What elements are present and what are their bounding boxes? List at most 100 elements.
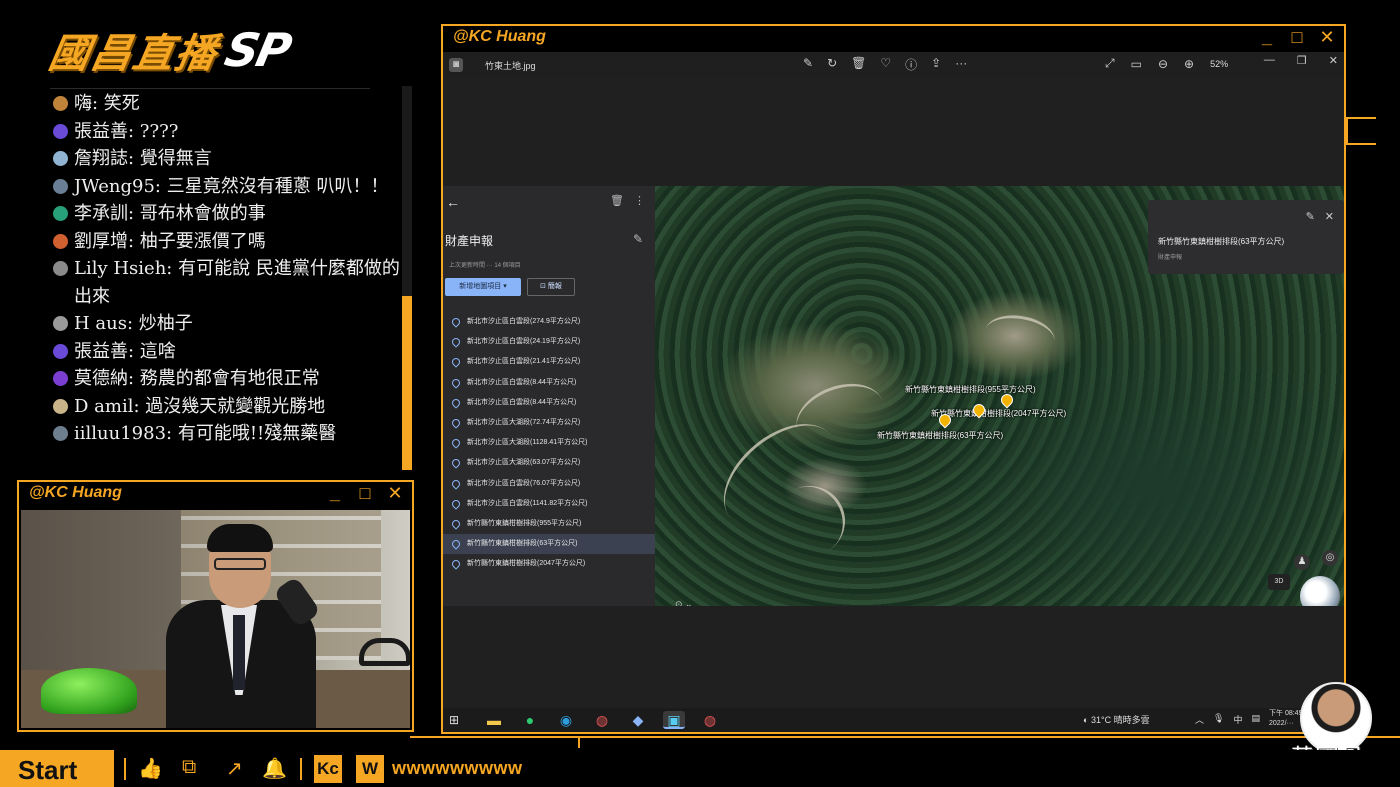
maximize-icon[interactable]: □ (1288, 27, 1306, 48)
rotate-icon[interactable]: ↻ (827, 56, 837, 73)
chat-username[interactable]: 劉厚增 (74, 231, 128, 252)
feature-list-item[interactable]: 新北市汐止區白雲段(8.44平方公尺) (443, 393, 655, 413)
user-avatar[interactable] (53, 96, 68, 111)
start-button[interactable]: Start (0, 750, 114, 787)
chrome-icon[interactable]: ◍ (699, 711, 721, 729)
delete-icon[interactable]: 🗑 (851, 56, 866, 73)
user-avatar[interactable] (53, 398, 68, 414)
notification-icon[interactable]: ▤ (1251, 713, 1260, 726)
edit-icon[interactable]: ✎ (1306, 210, 1315, 223)
user-avatar[interactable] (53, 316, 68, 331)
ime-indicator[interactable]: 中 (1233, 713, 1242, 726)
app-icon[interactable]: ◆ (627, 711, 649, 729)
user-avatar[interactable] (53, 151, 68, 166)
bell-icon[interactable]: 🔔 (262, 756, 287, 781)
info-icon[interactable]: ⓘ (905, 56, 917, 73)
edit-icon[interactable]: ✎ (803, 56, 813, 73)
feature-list-item[interactable]: 新北市汐止區白雲段(76.07平方公尺) (443, 474, 655, 494)
user-avatar[interactable] (53, 178, 68, 194)
feature-list-item[interactable]: 新北市汐止區大湖段(72.74平方公尺) (443, 413, 655, 433)
zoom-out-icon[interactable]: ⊖ (1158, 57, 1168, 71)
weather-widget[interactable]: ◐ 31°C 晴時多雲 (1083, 713, 1150, 726)
feature-list-item[interactable]: 新北市汐止區大湖段(1128.41平方公尺) (443, 433, 655, 453)
file-explorer-icon[interactable]: ▬ (483, 711, 505, 729)
taskbar-clock[interactable]: 下午 08:49 2022/··· (1269, 709, 1302, 729)
user-avatar[interactable] (53, 261, 68, 276)
chat-username[interactable]: 嗨 (74, 93, 92, 114)
windows-taskbar: ⊞ ▬ ● ◉ ◍ ◆ ▣ ◍ ◐ 31°C 晴時多雲 ︿ 🎙 中 ▤ 下午 0… (443, 708, 1344, 732)
map-label[interactable]: 新竹縣竹東鎮柑樹排段(955平方公尺) (905, 384, 1036, 395)
toggle-3d-button[interactable]: 3D (1268, 574, 1290, 590)
restore-icon[interactable]: ❐ (1297, 54, 1307, 67)
zoom-in-icon[interactable]: ⊕ (1184, 57, 1194, 71)
more-icon[interactable]: ··· (955, 56, 967, 73)
map-label[interactable]: 新竹縣竹東鎮柑樹排段(2047平方公尺) (931, 408, 1066, 419)
user-avatar[interactable] (53, 426, 68, 441)
chrome-icon[interactable]: ◍ (591, 711, 613, 729)
feature-list-item[interactable]: 新北市汐止區白雲段(8.44平方公尺) (443, 373, 655, 393)
user-avatar[interactable] (53, 343, 68, 359)
feature-list-item[interactable]: 新竹縣竹東鎮柑樹排段(63平方公尺) (443, 534, 655, 555)
map-search-icon[interactable]: ⊙ ⌄ (675, 599, 693, 606)
close-icon[interactable]: ✕ (386, 483, 404, 504)
more-vert-icon[interactable]: ⋮ (634, 194, 645, 207)
heart-icon[interactable]: ♡ (880, 56, 891, 73)
chat-username[interactable]: 張益善 (74, 121, 128, 142)
close-icon[interactable]: ✕ (1325, 210, 1334, 223)
feature-list-item[interactable]: 新北市汐止區白雲段(1141.82平方公尺) (443, 494, 655, 514)
feature-list-item[interactable]: 新北市汐止區大湖段(63.07平方公尺) (443, 453, 655, 473)
tray-chevron-icon[interactable]: ︿ (1195, 713, 1204, 726)
chat-username[interactable]: H aus (74, 313, 127, 334)
windows-start-icon[interactable]: ⊞ (449, 713, 459, 727)
webcam-titlebar[interactable]: @KC Huang _ □ ✕ (19, 482, 412, 508)
chat-username[interactable]: JWeng95 (74, 176, 155, 197)
feature-list-item[interactable]: 新北市汐止區白雲段(24.19平方公尺) (443, 332, 655, 352)
place-pin-icon (450, 498, 462, 510)
copy-icon[interactable]: ⧉ (182, 756, 196, 779)
slideshow-icon[interactable]: ▭ (1131, 57, 1142, 71)
minimize-icon[interactable]: _ (326, 483, 344, 504)
feature-list-item[interactable]: 新北市汐止區白雲段(274.9平方公尺) (443, 312, 655, 332)
satellite-map[interactable]: 新竹縣竹東鎮柑樹排段(955平方公尺) 新竹縣竹東鎮柑樹排段(2047平方公尺)… (655, 186, 1344, 606)
line-app-icon[interactable]: ● (519, 711, 541, 729)
photos-icon[interactable]: ▣ (663, 711, 685, 729)
user-avatar[interactable] (53, 371, 68, 386)
user-avatar[interactable] (53, 233, 68, 249)
microphone-icon[interactable]: 🎙 (1213, 713, 1224, 726)
chat-username[interactable]: Lily Hsieh (74, 258, 166, 279)
like-icon[interactable]: 👍 (138, 756, 163, 781)
back-arrow-icon[interactable]: ← (446, 194, 460, 210)
user-avatar[interactable] (53, 123, 68, 139)
share-titlebar[interactable]: @KC Huang _ □ ✕ (443, 26, 1344, 52)
chat-username[interactable]: iilluu1983 (74, 423, 166, 444)
add-map-item-button[interactable]: 新增地圖項目 ▾ (445, 278, 521, 296)
feature-list-item[interactable]: 新竹縣竹東鎮柑樹排段(2047平方公尺) (443, 554, 655, 574)
fullscreen-icon[interactable]: ⤢ (1105, 56, 1115, 71)
edit-icon[interactable]: ✎ (633, 232, 643, 246)
chat-username[interactable]: 莫德納 (74, 368, 128, 389)
maximize-icon[interactable]: □ (356, 483, 374, 504)
chat-username[interactable]: 張益善 (74, 341, 128, 362)
globe-icon[interactable] (1300, 576, 1340, 606)
trash-icon[interactable]: 🗑 (610, 194, 624, 207)
close-icon[interactable]: ✕ (1329, 54, 1338, 67)
chat-username[interactable]: D amil (74, 396, 133, 417)
chat-username[interactable]: 李承訓 (74, 203, 128, 224)
pegman-icon[interactable]: ♟ (1294, 554, 1310, 570)
minimize-icon[interactable]: _ (1258, 27, 1276, 48)
place-pin-icon (450, 417, 462, 429)
my-location-icon[interactable]: ◎ (1322, 550, 1338, 566)
present-button[interactable]: ⊡ 簡報 (527, 278, 575, 296)
info-card-subtitle: 財產申報 (1158, 255, 1183, 261)
user-avatar[interactable] (53, 206, 68, 221)
chat-scrollbar-thumb[interactable] (402, 296, 412, 470)
map-label[interactable]: 新竹縣竹東鎮柑樹排段(63平方公尺) (877, 430, 1003, 441)
edge-icon[interactable]: ◉ (555, 711, 577, 729)
minimize-icon[interactable]: — (1264, 54, 1275, 67)
chat-username[interactable]: 詹翔誌 (74, 148, 128, 169)
feature-list-item[interactable]: 新北市汐止區白雲段(21.41平方公尺) (443, 352, 655, 372)
close-icon[interactable]: ✕ (1318, 27, 1336, 48)
share-icon[interactable]: ↗ (226, 756, 243, 781)
feature-list-item[interactable]: 新竹縣竹東鎮柑樹排段(955平方公尺) (443, 514, 655, 534)
share-icon[interactable]: ⇪ (931, 56, 941, 73)
